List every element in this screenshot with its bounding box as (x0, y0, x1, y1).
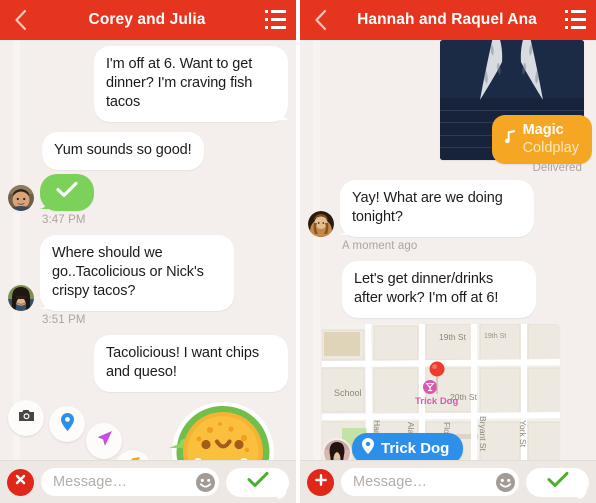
message-row: Let's get dinner/drinks after work? I'm … (308, 261, 588, 318)
paper-plane-icon (96, 430, 113, 452)
svg-text:19th St: 19th St (484, 333, 506, 340)
message-input-placeholder: Message… (353, 474, 428, 490)
app-screen: Corey and Julia I'm off at 6. Want to ge… (0, 0, 596, 503)
message-row: Yay! What are we doing tonight? (308, 180, 588, 237)
conversation-title: Corey and Julia (88, 11, 206, 28)
list-menu-icon (564, 9, 586, 31)
message-row: Tacolicious! I want chips and queso! (8, 335, 288, 392)
conversation-panel-hannah-raquel: Hannah and Raquel Ana Magic Coldplay Del… (300, 0, 596, 503)
conversation-title: Hannah and Raquel Ana (357, 11, 537, 28)
message-bubble[interactable]: I'm off at 6. Want to get dinner? I'm cr… (94, 46, 288, 122)
message-bubble[interactable]: Yay! What are we doing tonight? (340, 180, 534, 237)
map-pin-icon (60, 412, 74, 436)
street-label: Bryant St (478, 416, 488, 452)
message-row: Yum sounds so good! (8, 132, 288, 170)
message-thread[interactable]: Magic Coldplay Delivered Yay! What are w… (300, 40, 596, 460)
message-input-placeholder: Message… (53, 474, 128, 490)
message-composer: Message… (0, 460, 296, 503)
message-input[interactable]: Message… (41, 468, 219, 496)
location-chip[interactable]: Trick Dog (352, 433, 464, 460)
checkmark-icon (247, 471, 269, 493)
poi-label: School (334, 388, 362, 398)
add-button[interactable] (307, 468, 334, 496)
message-timestamp: 3:51 PM (42, 314, 86, 326)
close-button[interactable] (7, 468, 34, 496)
bubble-tail (37, 297, 50, 310)
song-artist: Coldplay (522, 140, 579, 157)
location-name: Trick Dog (381, 439, 450, 457)
music-button[interactable] (115, 450, 151, 460)
plus-icon (314, 473, 328, 492)
menu-button[interactable] (254, 0, 296, 40)
menu-button[interactable] (554, 0, 596, 40)
music-card[interactable]: Magic Coldplay (491, 115, 592, 164)
message-bubble[interactable]: Where should we go..Tacolicious or Nick'… (40, 235, 234, 311)
avatar[interactable] (8, 285, 34, 311)
message-timestamp: 3:47 PM (42, 214, 86, 226)
message-row: I'm off at 6. Want to get dinner? I'm cr… (8, 46, 292, 122)
street-label: 19th St (439, 332, 467, 342)
song-title: Magic (522, 122, 564, 139)
bubble-tail (280, 108, 293, 121)
camera-icon (18, 408, 35, 428)
navbar: Hannah and Raquel Ana (300, 0, 596, 40)
message-bubble[interactable]: Yum sounds so good! (42, 132, 204, 170)
music-note-icon (503, 130, 516, 148)
message-thread[interactable]: I'm off at 6. Want to get dinner? I'm cr… (0, 40, 296, 460)
sticker-and-actions: Delivered (8, 394, 288, 460)
back-button[interactable] (0, 0, 40, 40)
camera-button[interactable] (8, 400, 44, 436)
bubble-tail (337, 223, 350, 236)
street-label: York St (518, 420, 528, 448)
message-row (8, 174, 288, 211)
avatar[interactable] (324, 440, 350, 460)
list-menu-icon (264, 9, 286, 31)
avatar[interactable] (308, 211, 334, 237)
message-row: Where should we go..Tacolicious or Nick'… (8, 235, 288, 311)
message-row-map: 19th St 20th St 19th St Harrison Alabama… (308, 324, 588, 460)
checkmark-icon (547, 471, 569, 493)
send-button[interactable] (526, 467, 589, 497)
message-bubble[interactable]: Let's get dinner/drinks after work? I'm … (342, 261, 536, 318)
smiley-face-icon[interactable] (196, 472, 215, 492)
bubble-tail (37, 197, 50, 210)
smiley-face-icon[interactable] (496, 472, 515, 492)
send-button[interactable] (226, 467, 289, 497)
music-message: Magic Coldplay (308, 40, 592, 164)
message-input[interactable]: Message… (341, 468, 519, 496)
chevron-left-icon (14, 9, 27, 31)
avatar[interactable] (8, 185, 34, 211)
location-button[interactable] (49, 406, 85, 442)
chevron-left-icon (314, 9, 327, 31)
checkmark-icon (56, 181, 78, 204)
message-composer: Message… (300, 460, 596, 503)
navbar: Corey and Julia (0, 0, 296, 40)
message-timestamp: A moment ago (342, 240, 418, 252)
map-card[interactable]: 19th St 20th St 19th St Harrison Alabama… (322, 324, 560, 460)
close-x-icon (14, 473, 27, 491)
taco-sticker[interactable] (164, 398, 282, 460)
send-location-button[interactable] (86, 423, 122, 459)
map-place-label: Trick Dog (415, 396, 458, 407)
back-button[interactable] (300, 0, 340, 40)
map-pin-icon (362, 438, 374, 458)
message-bubble[interactable]: Tacolicious! I want chips and queso! (94, 335, 288, 392)
conversation-panel-corey-julia: Corey and Julia I'm off at 6. Want to ge… (0, 0, 296, 503)
